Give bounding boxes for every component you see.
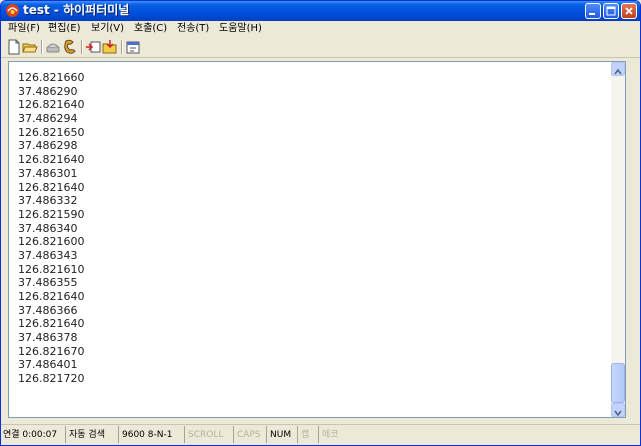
menu-view[interactable]: 보기(V) — [91, 21, 124, 37]
receive-icon[interactable] — [102, 39, 118, 55]
maximize-icon — [606, 6, 616, 16]
terminal-line: 126.821640 — [18, 290, 85, 303]
status-scroll: SCROLL — [184, 426, 232, 443]
status-echo: 에코 — [318, 426, 354, 443]
terminal-line: 126.821590 — [18, 207, 85, 221]
status-connection-time: 연결 0:00:07 — [3, 430, 58, 440]
status-port-settings: 9600 8-N-1 — [118, 426, 183, 443]
terminal-output[interactable]: 126.821660 37.486290 126.821640 37.486294 12… — [9, 62, 611, 417]
arrow-down-icon — [614, 410, 622, 417]
terminal-line: 37.486378 — [18, 331, 78, 345]
arrow-up-icon — [614, 68, 622, 75]
toolbar-separator — [81, 40, 83, 54]
toolbar-separator — [121, 40, 123, 54]
terminal-line: 126.821600 — [18, 235, 85, 249]
terminal-line: 126.821640 — [18, 180, 85, 194]
call-icon[interactable] — [45, 39, 61, 55]
terminal-line: 37.486290 — [18, 84, 78, 98]
status-caps: CAPS — [233, 426, 265, 443]
scroll-down-button[interactable] — [611, 403, 625, 417]
menu-help[interactable]: 도움말(H) — [219, 21, 262, 37]
close-button[interactable] — [621, 3, 637, 19]
terminal-line: 37.486343 — [18, 248, 78, 262]
terminal-line: 126.821670 — [18, 344, 85, 358]
terminal-line: 126.821650 — [18, 125, 85, 139]
status-bar: 연결 0:00:07 자동 검색 9600 8-N-1 SCROLL CAPS … — [1, 424, 640, 445]
terminal-line: 37.486340 — [18, 221, 78, 235]
terminal-line: 37.486294 — [18, 112, 78, 126]
disconnect-icon[interactable] — [62, 39, 78, 55]
close-icon — [625, 7, 633, 15]
menu-file[interactable]: 파일(F) — [8, 21, 40, 37]
terminal-line: 37.486298 — [18, 139, 78, 153]
terminal-line: 126.821640 — [18, 98, 85, 112]
toolbar — [1, 37, 640, 58]
open-icon[interactable] — [22, 39, 38, 55]
status-auto-detect: 자동 검색 — [65, 426, 117, 443]
window-title: test - 하이퍼터미널 — [23, 3, 130, 17]
terminal-line: 126.821720 — [18, 372, 85, 386]
new-icon[interactable] — [6, 39, 22, 55]
properties-icon[interactable] — [125, 39, 141, 55]
toolbar-separator — [41, 40, 43, 54]
terminal-line: 37.486355 — [18, 276, 78, 290]
terminal-lines: 126.821660 37.486290 126.821640 37.486294 12… — [18, 71, 84, 386]
vertical-scrollbar[interactable] — [611, 62, 625, 417]
minimize-button[interactable] — [585, 3, 601, 19]
scroll-up-button[interactable] — [611, 62, 625, 76]
hyperterminal-window: test - 하이퍼터미널 파일(F) 편집(E) 보기(V) 호출(C) 전송… — [0, 0, 641, 446]
terminal-line: 126.821640 — [18, 317, 85, 331]
menu-bar: 파일(F) 편집(E) 보기(V) 호출(C) 전송(T) 도움말(H) — [1, 21, 640, 37]
maximize-button[interactable] — [603, 3, 619, 19]
terminal-line: 37.486366 — [18, 303, 78, 317]
menu-transfer[interactable]: 전송(T) — [177, 21, 209, 37]
hyperterminal-icon[interactable] — [5, 3, 20, 18]
terminal-line: 126.821660 — [18, 71, 85, 84]
status-num: NUM — [266, 426, 296, 443]
status-capture: 캡 — [297, 426, 317, 443]
send-icon[interactable] — [85, 39, 101, 55]
terminal-line: 126.821610 — [18, 262, 85, 276]
menu-call[interactable]: 호출(C) — [134, 21, 167, 37]
terminal-line: 126.821640 — [18, 153, 85, 167]
terminal-frame: 126.821660 37.486290 126.821640 37.486294 12… — [8, 61, 626, 418]
title-bar[interactable]: test - 하이퍼터미널 — [1, 1, 640, 21]
terminal-line: 37.486401 — [18, 358, 78, 372]
terminal-line: 37.486301 — [18, 166, 78, 180]
minimize-icon — [589, 13, 595, 15]
terminal-line: 37.486332 — [18, 194, 78, 208]
scroll-thumb[interactable] — [611, 363, 625, 403]
menu-edit[interactable]: 편집(E) — [48, 21, 81, 37]
